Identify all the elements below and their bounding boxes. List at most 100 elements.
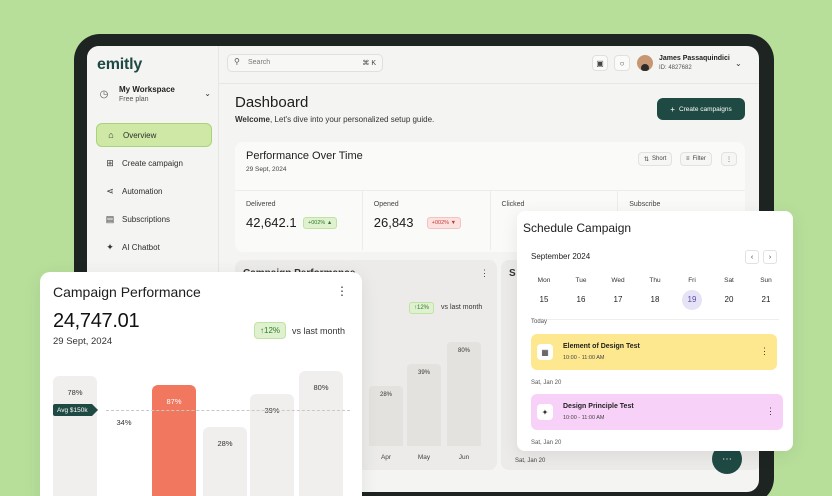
chevron-left-icon: ‹	[750, 253, 754, 261]
sidebar-item-overview[interactable]: ⌂ Overview	[96, 123, 212, 147]
sort-button[interactable]: ⇅ Short	[638, 152, 673, 166]
chart-bar: 28%	[203, 427, 247, 496]
gift-icon: ▣	[596, 58, 604, 68]
workspace-plan: Free plan	[119, 96, 149, 103]
lock-icon: ◷	[99, 89, 109, 100]
chevron-down-icon[interactable]: ⌄	[735, 59, 742, 68]
filter-button[interactable]: ≡ Filter	[680, 152, 712, 166]
day-cell[interactable]: Sun 21	[753, 277, 779, 310]
metric-value: 42,642.1	[246, 215, 297, 230]
sidebar-item-automation[interactable]: ⋖ Automation	[96, 179, 212, 203]
more-vertical-icon: ⋮	[726, 156, 732, 163]
metric-change-badge: +002% ▲	[303, 217, 338, 229]
avatar[interactable]	[637, 55, 653, 71]
day-date: 17	[613, 295, 623, 304]
day-cell[interactable]: Wed 17	[605, 277, 631, 310]
metric-label: Clicked	[501, 201, 525, 208]
chart-bar: 78%	[53, 376, 97, 496]
search-shortcut: ⌘ K	[362, 60, 376, 67]
gift-button[interactable]: ▣	[592, 55, 608, 71]
vs-label: vs last month	[292, 326, 346, 336]
chevron-right-icon: ›	[768, 253, 772, 261]
chart-bar: 80%	[447, 342, 481, 446]
next-month-button[interactable]: ›	[763, 250, 777, 264]
day-cell[interactable]: Mon 15	[531, 277, 557, 310]
more-vertical-icon[interactable]: ⋮	[760, 346, 769, 357]
metric-label: Delivered	[246, 201, 276, 208]
day-cell[interactable]: Tue 16	[568, 277, 594, 310]
bell-icon: ○	[619, 58, 625, 68]
change-badge: ↑12%	[254, 322, 287, 339]
campaign-value: 24,747.01	[53, 310, 140, 332]
metric-change-badge: +002% ▼	[426, 217, 462, 229]
chevron-down-icon: ⌄	[204, 89, 211, 98]
sidebar-item-label: Automation	[122, 186, 163, 196]
share-nodes-icon: ⋖	[106, 185, 114, 196]
more-vertical-icon[interactable]: ⋮	[336, 284, 348, 298]
schedule-title: Schedule Campaign	[523, 221, 632, 235]
triangle-up-icon: ▲	[326, 220, 333, 226]
bar-value: 34%	[116, 418, 132, 427]
average-label: Avg $150k	[53, 404, 98, 416]
sparkle-icon: ✦	[537, 404, 553, 420]
create-campaigns-label: Create campaigns	[678, 105, 732, 113]
chart-bar-highlight: 87%	[152, 385, 196, 496]
campaign-performance-card: Campaign Performance ⋮ 24,747.01 29 Sept…	[40, 272, 362, 496]
more-vertical-icon[interactable]: ⋮	[766, 406, 775, 417]
sidebar-item-create-campaign[interactable]: ⊞ Create campaign	[96, 151, 212, 175]
chart-bar: 34%	[102, 410, 146, 496]
notification-button[interactable]: ○	[614, 55, 630, 71]
welcome-bold: Welcome	[235, 115, 270, 124]
topbar: ⚲ Search ⌘ K ▣ ○ James Passaquindici ID:…	[219, 46, 759, 84]
change-badge: ↑12%	[409, 302, 435, 314]
sort-label: Short	[652, 156, 667, 162]
campaign-title: Campaign Performance	[53, 284, 201, 300]
average-line	[106, 410, 350, 411]
sidebar-nav: ⌂ Overview ⊞ Create campaign ⋖ Automatio…	[96, 123, 212, 263]
bar-value: 28%	[379, 392, 392, 398]
chat-icon: ⋯	[722, 453, 732, 465]
performance-title: Performance Over Time	[246, 150, 363, 162]
search-icon: ⚲	[234, 57, 240, 66]
day-date: 18	[650, 295, 660, 304]
campaign-date: 29 Sept, 2024	[53, 336, 113, 347]
bar-value: 80%	[313, 383, 329, 392]
day-cell[interactable]: Thu 18	[642, 277, 668, 310]
event-title: Element of Design Test	[563, 343, 640, 350]
chart-bar: 80%	[299, 371, 343, 496]
day-cell[interactable]: Sat 20	[716, 277, 742, 310]
month-label: May	[417, 454, 431, 461]
day-cell-selected[interactable]: Fri 19	[679, 277, 705, 310]
create-campaigns-button[interactable]: + Create campaigns	[657, 98, 745, 120]
more-button[interactable]: ⋮	[721, 152, 737, 166]
sidebar-item-subscriptions[interactable]: ▤ Subscriptions	[96, 207, 212, 231]
event-card[interactable]: ✦ Design Principle Test 10:00 - 11:00 AM…	[531, 394, 783, 430]
filter-label: Filter	[692, 156, 706, 162]
bar-value: 28%	[217, 439, 233, 448]
vs-label: vs last month	[441, 304, 483, 311]
home-icon: ⌂	[108, 130, 114, 140]
day-date: 15	[539, 295, 549, 304]
search-input[interactable]: ⚲ Search ⌘ K	[227, 54, 383, 72]
bar-value: 80%	[457, 348, 470, 354]
sparkle-icon: ✦	[106, 241, 114, 252]
more-vertical-icon[interactable]: ⋮	[480, 268, 489, 279]
workspace-switcher[interactable]: ◷ My Workspace Free plan ⌄	[95, 83, 215, 111]
sidebar-item-label: Create campaign	[122, 158, 183, 168]
day-date: 19	[682, 290, 702, 310]
day-date: 16	[576, 295, 586, 304]
main-header: Dashboard Welcome, Let's dive into your …	[235, 94, 751, 124]
day-name: Tue	[575, 277, 587, 284]
event-card[interactable]: ▦ Element of Design Test 10:00 - 11:00 A…	[531, 334, 777, 370]
welcome-rest: , Let's dive into your personalized setu…	[269, 115, 435, 124]
prev-month-button[interactable]: ‹	[745, 250, 759, 264]
triangle-down-icon: ▼	[450, 220, 457, 226]
schedule-title-partial: S	[509, 268, 516, 279]
plus-icon: +	[670, 104, 675, 114]
group-label: Today	[531, 319, 548, 325]
sidebar-item-ai-chatbot[interactable]: ✦ AI Chatbot	[96, 235, 212, 259]
grid-icon: ▦	[537, 344, 553, 360]
event-time: 10:00 - 11:00 AM	[563, 415, 605, 421]
schedule-month: September 2024	[531, 252, 591, 261]
divider	[531, 319, 779, 320]
